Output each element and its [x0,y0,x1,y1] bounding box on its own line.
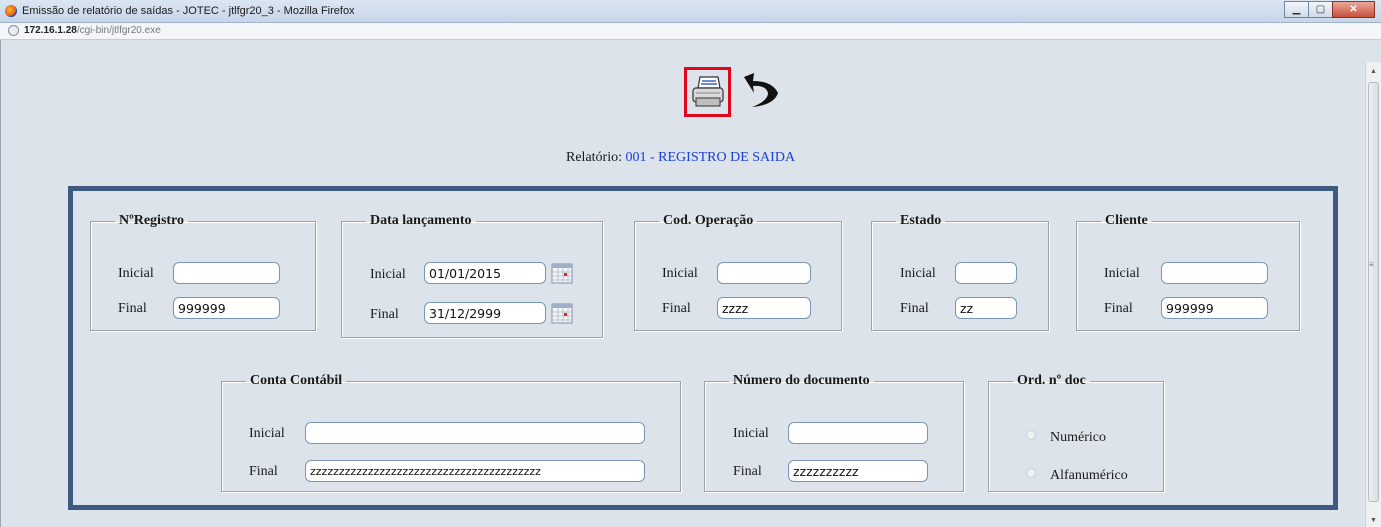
estado-final-label: Final [900,301,929,316]
report-value: 001 - REGISTRO DE SAIDA [625,150,796,165]
cliente-final-input[interactable] [1161,297,1268,319]
registro-final-input[interactable] [173,297,280,319]
group-estado-legend: Estado [900,213,942,228]
url-text[interactable]: 172.16.1.28/cgi-bin/jtlfgr20.exe [24,25,161,36]
cliente-final-label: Final [1104,301,1133,316]
operacao-inicial-input[interactable] [717,262,811,284]
operacao-final-label: Final [662,301,691,316]
group-documento-legend: Número do documento [733,373,870,388]
registro-inicial-label: Inicial [118,266,154,281]
group-registro-legend: NºRegistro [119,213,185,228]
print-button[interactable] [684,67,731,117]
operacao-inicial-label: Inicial [662,266,698,281]
estado-final-input[interactable] [955,297,1017,319]
window-controls: ▁ ▢ ✕ [1284,1,1375,18]
registro-final-label: Final [118,301,147,316]
data-inicial-input[interactable] [424,262,546,284]
documento-inicial-label: Inicial [733,426,769,441]
address-bar[interactable]: 172.16.1.28/cgi-bin/jtlfgr20.exe [0,23,1381,40]
documento-final-label: Final [733,464,762,479]
data-inicial-label: Inicial [370,267,406,282]
conta-final-input[interactable] [305,460,645,482]
return-arrow-icon [744,73,778,107]
vertical-scrollbar[interactable]: ▲ ≡ ▼ [1365,62,1381,527]
cliente-inicial-label: Inicial [1104,266,1140,281]
minimize-button[interactable]: ▁ [1284,1,1309,18]
group-data-lancamento: Data lançamento Inicial Final [341,214,603,338]
group-numero-documento: Número do documento Inicial Final [704,374,964,492]
printer-icon [691,76,724,107]
registro-inicial-input[interactable] [173,262,280,284]
conta-final-label: Final [249,464,278,479]
report-label: Relatório: [566,150,622,165]
group-conta-legend: Conta Contábil [250,373,343,388]
conta-inicial-input[interactable] [305,422,645,444]
maximize-button[interactable]: ▢ [1308,1,1333,18]
radio-numerico-label[interactable]: Numérico [1050,430,1106,446]
documento-final-input[interactable] [788,460,928,482]
calendar-icon[interactable] [551,262,573,284]
group-cod-operacao: Cod. Operação Inicial Final [634,214,842,331]
window-title: Emissão de relatório de saídas - JOTEC -… [22,5,355,17]
data-final-input[interactable] [424,302,546,324]
scrollbar-grip-icon: ≡ [1369,260,1374,269]
data-final-label: Final [370,307,399,322]
estado-inicial-label: Inicial [900,266,936,281]
scroll-down-icon[interactable]: ▼ [1370,517,1377,524]
estado-inicial-input[interactable] [955,262,1017,284]
cliente-inicial-input[interactable] [1161,262,1268,284]
operacao-final-input[interactable] [717,297,811,319]
close-button[interactable]: ✕ [1332,1,1375,18]
firefox-icon [5,5,17,17]
radio-numerico[interactable] [1026,430,1036,440]
calendar-icon[interactable] [551,302,573,324]
group-estado: Estado Inicial Final [871,214,1049,331]
group-conta-contabil: Conta Contábil Inicial Final [221,374,681,492]
report-title: Relatório: 001 - REGISTRO DE SAIDA [566,150,795,166]
group-cliente-legend: Cliente [1105,213,1148,228]
group-ord-doc: Ord. nº doc Numérico Alfanumérico [988,374,1164,492]
group-registro: NºRegistro Inicial Final [90,214,316,331]
documento-inicial-input[interactable] [788,422,928,444]
group-ordem-legend: Ord. nº doc [1017,373,1086,388]
scroll-up-icon[interactable]: ▲ [1370,68,1377,75]
group-operacao-legend: Cod. Operação [663,213,754,228]
radio-alfanumerico[interactable] [1026,468,1036,478]
group-data-legend: Data lançamento [370,213,472,228]
radio-alfanumerico-label[interactable]: Alfanumérico [1050,468,1128,484]
window-titlebar: Emissão de relatório de saídas - JOTEC -… [0,0,1381,23]
globe-icon [8,25,19,36]
filter-panel: NºRegistro Inicial Final Data lançamento… [68,186,1338,510]
conta-inicial-label: Inicial [249,426,285,441]
scrollbar-thumb[interactable] [1368,82,1379,502]
group-cliente: Cliente Inicial Final [1076,214,1300,331]
back-button[interactable] [738,71,784,111]
